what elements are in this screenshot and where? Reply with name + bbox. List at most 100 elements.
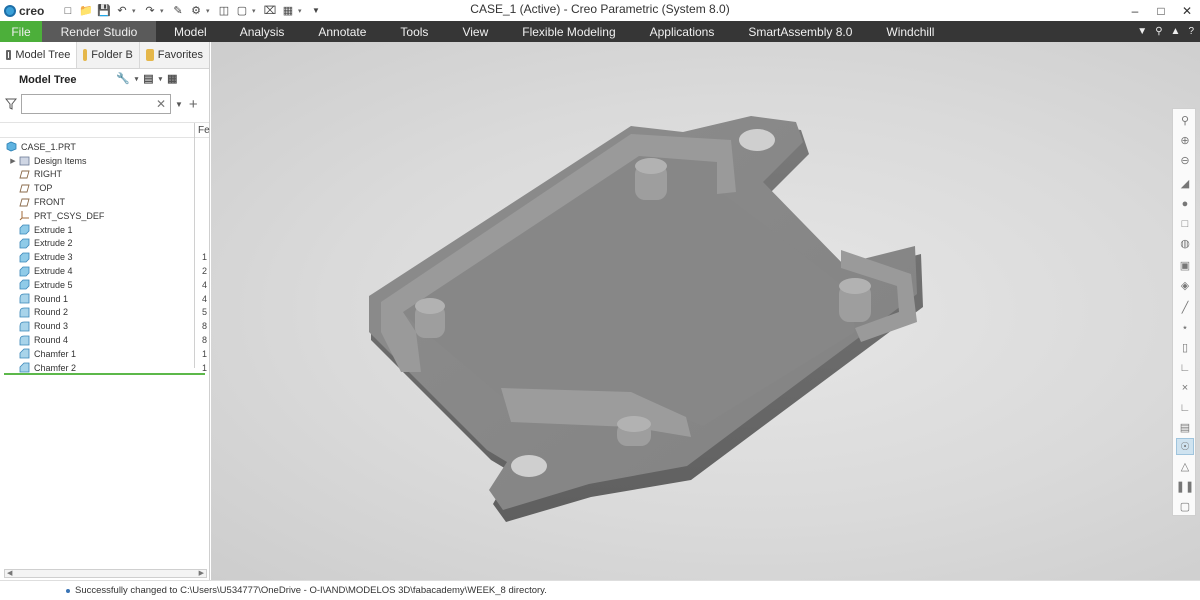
- new-icon[interactable]: □: [60, 3, 76, 19]
- regenerate-dropdown-icon[interactable]: ▾: [206, 7, 214, 15]
- feature-column-header[interactable]: Fe: [198, 125, 210, 136]
- regenerate-icon[interactable]: ✎: [170, 3, 186, 19]
- close-window-button-icon[interactable]: ✕: [1174, 0, 1200, 21]
- tree-row[interactable]: Chamfer 1 1: [0, 347, 209, 361]
- tab-folder-browser[interactable]: Folder B: [77, 42, 140, 68]
- display-style-icon[interactable]: ●: [1176, 195, 1194, 212]
- add-filter-icon[interactable]: +: [189, 96, 198, 113]
- axis-display-icon[interactable]: ▯: [1176, 339, 1194, 356]
- learning-connector-icon[interactable]: ▲: [1171, 26, 1181, 37]
- csys-tag-icon[interactable]: ∟: [1176, 399, 1194, 416]
- tab-applications[interactable]: Applications: [633, 21, 732, 42]
- tab-flexible-modeling[interactable]: Flexible Modeling: [505, 21, 632, 42]
- tab-model[interactable]: Model: [156, 21, 223, 42]
- tree-filters-icon[interactable]: ▦: [167, 72, 177, 85]
- pause-icon[interactable]: ❚❚: [1176, 478, 1194, 495]
- redo-icon[interactable]: ↷: [142, 3, 158, 19]
- scroll-left-icon[interactable]: ◀: [7, 569, 12, 577]
- close-icon[interactable]: ⌧: [262, 3, 278, 19]
- graphics-window[interactable]: [211, 42, 1200, 580]
- undo-dropdown-icon[interactable]: ▾: [132, 7, 140, 15]
- show-dropdown-icon[interactable]: ▾: [159, 75, 163, 83]
- minimize-icon[interactable]: –: [1122, 0, 1148, 21]
- point-tag-icon[interactable]: ×: [1176, 379, 1194, 396]
- creo-logo: creo: [0, 4, 60, 18]
- tree-row[interactable]: Extrude 1: [0, 223, 209, 237]
- settings-dropdown-icon[interactable]: ▾: [135, 75, 139, 83]
- tree-row[interactable]: Round 3 8: [0, 319, 209, 333]
- help-icon[interactable]: ?: [1188, 26, 1194, 37]
- tab-analysis[interactable]: Analysis: [223, 21, 302, 42]
- tab-tools[interactable]: Tools: [383, 21, 445, 42]
- quick-access-toolbar: □ 📁 💾 ↶ ▾ ↷ ▾ ✎ ⚙ ▾ ◫ ▢ ▾ ⌧ ▦ ▾ ▼: [60, 3, 324, 19]
- tree-row-label: RIGHT: [34, 169, 62, 180]
- undo-icon[interactable]: ↶: [114, 3, 130, 19]
- settings-tools-icon[interactable]: 🔧: [116, 72, 130, 85]
- point-display-icon[interactable]: ⋆: [1176, 319, 1194, 336]
- tab-file[interactable]: File: [0, 21, 42, 42]
- case-part-model[interactable]: [211, 42, 1200, 580]
- search-input[interactable]: ✕: [21, 94, 171, 114]
- horizontal-scrollbar[interactable]: ◀ ▶: [4, 569, 207, 578]
- model-display-icon[interactable]: ☉: [1176, 438, 1194, 455]
- tree-row[interactable]: Round 4 8: [0, 333, 209, 347]
- customize-dropdown-icon[interactable]: ▾: [298, 7, 306, 15]
- search-dropdown-icon[interactable]: ▼: [175, 100, 183, 109]
- insert-here-line[interactable]: [4, 373, 205, 375]
- refit-icon[interactable]: ⚲: [1176, 112, 1194, 129]
- tab-view[interactable]: View: [445, 21, 505, 42]
- more-icon[interactable]: ▼: [308, 3, 324, 19]
- filter-icon[interactable]: [5, 98, 17, 110]
- tree-row[interactable]: ▶ Design Items: [0, 154, 209, 168]
- search-icon[interactable]: ⚲: [1155, 26, 1162, 37]
- tree-row[interactable]: Extrude 3 1: [0, 250, 209, 264]
- tab-smartassembly[interactable]: SmartAssembly 8.0: [731, 21, 869, 42]
- tab-render-studio[interactable]: Render Studio: [42, 21, 156, 42]
- folder-icon: [18, 155, 30, 166]
- tab-favorites[interactable]: Favorites: [140, 42, 209, 68]
- csys-display-icon[interactable]: ∟: [1176, 359, 1194, 376]
- tree-row-label: Chamfer 2: [34, 362, 77, 373]
- tree-row[interactable]: Extrude 2: [0, 237, 209, 251]
- expand-icon[interactable]: ▶: [8, 157, 18, 165]
- view-manager-icon[interactable]: ◍: [1176, 235, 1194, 252]
- stop-icon[interactable]: ▢: [1176, 498, 1194, 515]
- windows-icon[interactable]: ◫: [216, 3, 232, 19]
- redo-dropdown-icon[interactable]: ▾: [160, 7, 168, 15]
- tree-row[interactable]: TOP: [0, 181, 209, 195]
- save-icon[interactable]: 💾: [96, 3, 112, 19]
- perspective-view-icon[interactable]: ▣: [1176, 257, 1194, 274]
- extrude-icon: [18, 238, 30, 249]
- close-window-icon[interactable]: ▢: [234, 3, 250, 19]
- clear-search-icon[interactable]: ✕: [156, 97, 166, 111]
- tab-model-tree[interactable]: Model Tree: [0, 42, 78, 68]
- tree-row[interactable]: CASE_1.PRT: [0, 140, 209, 154]
- tree-row[interactable]: Extrude 4 2: [0, 264, 209, 278]
- open-icon[interactable]: 📁: [78, 3, 94, 19]
- tree-row[interactable]: Round 1 4: [0, 292, 209, 306]
- windows-dropdown-icon[interactable]: ▾: [252, 7, 260, 15]
- regenerate-manager-icon[interactable]: ⚙: [188, 3, 204, 19]
- repaint-icon[interactable]: ◢: [1176, 175, 1194, 192]
- customize-icon[interactable]: ▦: [280, 3, 296, 19]
- minimize-ribbon-icon[interactable]: ▼: [1137, 26, 1147, 37]
- tree-row[interactable]: RIGHT: [0, 168, 209, 182]
- maximize-icon[interactable]: □: [1148, 0, 1174, 21]
- tab-annotate[interactable]: Annotate: [301, 21, 383, 42]
- annotation-display-icon[interactable]: ▤: [1176, 419, 1194, 436]
- tree-row-label: Extrude 1: [34, 224, 73, 235]
- zoom-out-icon[interactable]: ⊖: [1176, 152, 1194, 169]
- plane-display-icon[interactable]: ╱: [1176, 299, 1194, 316]
- tree-row[interactable]: FRONT: [0, 195, 209, 209]
- scroll-right-icon[interactable]: ▶: [199, 569, 204, 577]
- show-icon[interactable]: ▤: [143, 72, 153, 85]
- render-icon[interactable]: △: [1176, 458, 1194, 475]
- saved-orientations-icon[interactable]: □: [1176, 215, 1194, 232]
- tree-row[interactable]: Round 2 5: [0, 306, 209, 320]
- tree-row[interactable]: Extrude 5 4: [0, 278, 209, 292]
- column-separator[interactable]: [194, 123, 195, 139]
- tab-windchill[interactable]: Windchill: [869, 21, 951, 42]
- spin-center-icon[interactable]: ◈: [1176, 277, 1194, 294]
- tree-row[interactable]: PRT_CSYS_DEF: [0, 209, 209, 223]
- zoom-in-icon[interactable]: ⊕: [1176, 132, 1194, 149]
